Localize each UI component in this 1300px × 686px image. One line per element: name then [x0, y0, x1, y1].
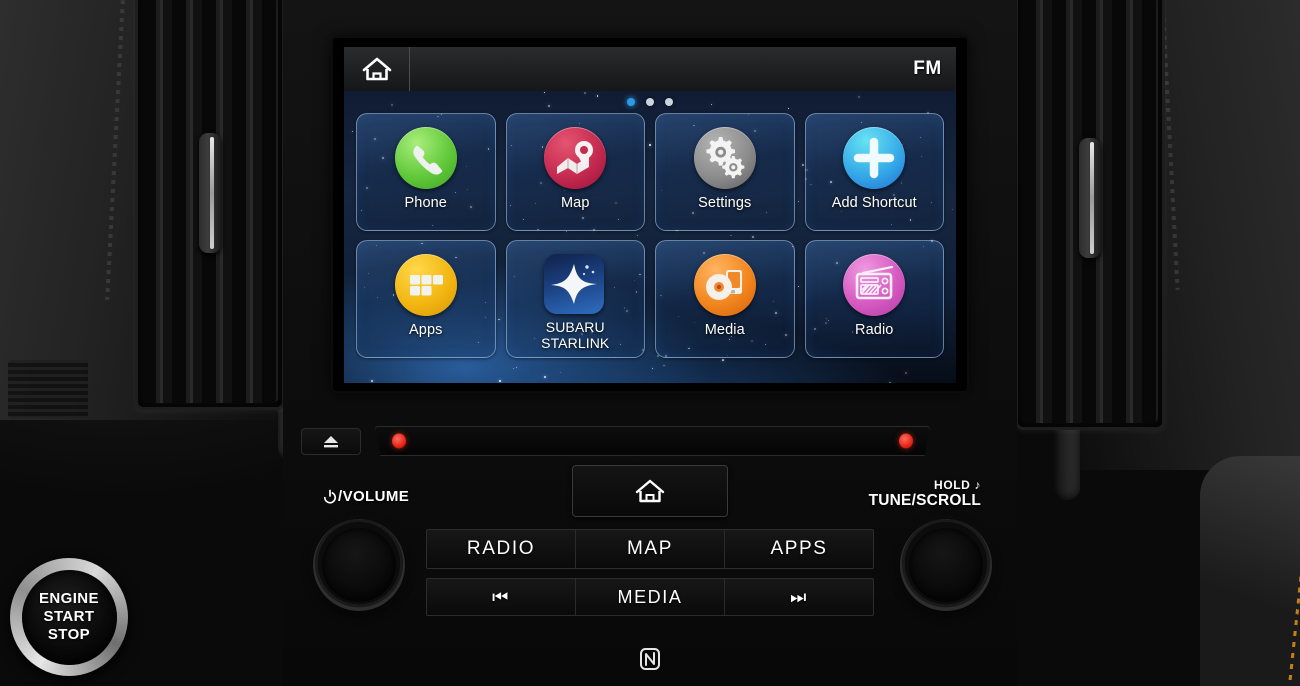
cd-slot[interactable] [375, 426, 930, 456]
nfc-icon [639, 647, 661, 671]
home-hard-button[interactable] [572, 465, 728, 517]
engine-button-face: ENGINE START STOP [21, 569, 117, 665]
tile-label: Phone [404, 195, 447, 211]
dashboard-photo: FM Phone Map Settings Add Shortcut Apps … [0, 0, 1300, 686]
radio-receiver-icon [843, 254, 906, 316]
tune-knob-label: HOLD ♪ TUNE/SCROLL [869, 477, 981, 509]
hard-button-prev-track[interactable]: ⏮ [427, 579, 576, 615]
tile-label: Map [560, 195, 590, 211]
cd-indicator-left [392, 433, 406, 449]
air-vent-left[interactable] [135, 0, 285, 410]
tune-scroll-knob[interactable] [900, 519, 992, 611]
tile-phone[interactable]: Phone [356, 113, 496, 231]
app-tile-grid: Phone Map Settings Add Shortcut Apps SUB… [356, 113, 944, 358]
engine-label-line3: STOP [47, 626, 91, 643]
hard-button-row-bottom: ⏮ MEDIA ⏭ [426, 578, 874, 616]
status-bar-home-button[interactable] [344, 47, 410, 91]
tile-label: Add Shortcut [831, 195, 917, 211]
tune-scroll-text: TUNE/SCROLL [868, 492, 981, 509]
phone-handset-icon [394, 127, 457, 189]
speaker-grille [8, 360, 88, 418]
seat-bolster [1200, 456, 1300, 686]
cd-indicator-right [899, 433, 913, 449]
hard-button-row-top: RADIO MAP APPS [426, 529, 874, 569]
gears-icon [693, 127, 756, 189]
hard-button-apps[interactable]: APPS [725, 530, 873, 568]
tile-label-line1: SUBARU [545, 319, 605, 335]
volume-knob-label: /VOLUME [323, 488, 409, 505]
engine-label-line1: ENGINE [39, 590, 99, 607]
tune-hold-row: HOLD ♪ [869, 477, 981, 493]
status-bar: FM [344, 47, 956, 91]
tile-settings[interactable]: Settings [655, 113, 795, 231]
hard-button-radio[interactable]: RADIO [427, 530, 576, 568]
vent-adjust-tab[interactable] [1079, 138, 1101, 258]
tile-label: Radio [855, 322, 894, 338]
status-bar-info-area [410, 47, 899, 91]
folded-map-pin-icon [544, 127, 607, 189]
hold-label-text: HOLD [934, 478, 971, 492]
volume-knob[interactable] [313, 519, 405, 611]
home-icon [634, 477, 666, 505]
music-note-icon: ♪ [974, 478, 981, 492]
tile-label: Apps [409, 322, 443, 338]
disc-player-icon [693, 254, 756, 316]
app-grid-icon [394, 254, 457, 316]
page-dot-1[interactable] [627, 98, 635, 106]
eject-icon [321, 433, 341, 451]
volume-label-text: /VOLUME [338, 488, 410, 505]
power-icon [323, 489, 337, 504]
page-indicator[interactable] [344, 97, 956, 107]
tile-label: Settings [698, 195, 752, 211]
touchscreen-display[interactable]: FM Phone Map Settings Add Shortcut Apps … [333, 38, 967, 391]
tile-apps[interactable]: Apps [356, 240, 496, 358]
vent-adjust-tab[interactable] [199, 133, 221, 253]
tile-radio[interactable]: Radio [804, 240, 944, 358]
hard-button-map[interactable]: MAP [576, 530, 725, 568]
home-screen-pane: Phone Map Settings Add Shortcut Apps SUB… [344, 91, 956, 383]
audio-source-label[interactable]: FM [899, 47, 956, 91]
subaru-star-icon [544, 254, 606, 316]
seat-stitching [1286, 466, 1300, 686]
tile-add-shortcut[interactable]: Add Shortcut [804, 113, 944, 231]
head-unit: FM Phone Map Settings Add Shortcut Apps … [283, 0, 1017, 686]
plus-icon [843, 127, 906, 189]
tile-map[interactable]: Map [505, 113, 645, 231]
tile-label: Media [704, 322, 745, 338]
hard-button-next-track[interactable]: ⏭ [725, 579, 873, 615]
nfc-badge [638, 646, 662, 672]
home-icon [362, 56, 392, 82]
engine-label-line2: START [43, 608, 95, 625]
infotainment-ui: FM Phone Map Settings Add Shortcut Apps … [344, 47, 956, 383]
page-dot-2[interactable] [646, 98, 654, 106]
tile-subaru-starlink[interactable]: SUBARU STARLINK [505, 240, 645, 358]
engine-start-stop-button[interactable]: ENGINE START STOP [10, 558, 128, 676]
tile-media[interactable]: Media [655, 240, 795, 358]
air-vent-right[interactable] [1015, 0, 1165, 430]
tile-label-line2: STARLINK [541, 334, 610, 351]
page-dot-3[interactable] [665, 98, 673, 106]
hard-button-media[interactable]: MEDIA [576, 579, 725, 615]
eject-button[interactable] [301, 428, 361, 455]
